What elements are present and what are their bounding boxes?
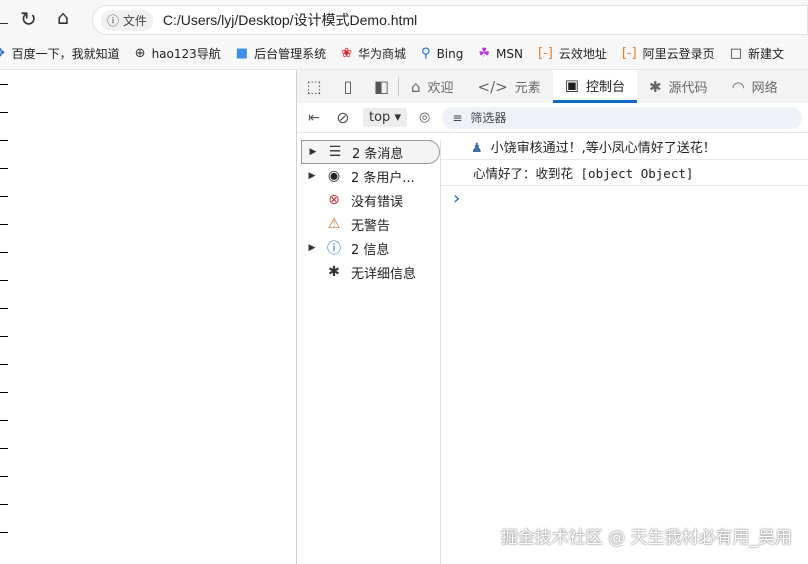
folder-icon: □ xyxy=(729,46,742,61)
page-dash xyxy=(0,336,8,337)
page-dash xyxy=(0,112,8,113)
page-dash xyxy=(0,308,8,309)
bookmark-item[interactable]: ⚲ Bing xyxy=(421,46,463,61)
filter-icon: ≡ xyxy=(452,110,463,125)
expand-arrow-icon[interactable]: ▶ xyxy=(302,147,324,157)
page-dash xyxy=(0,532,8,533)
page-dash xyxy=(0,196,8,197)
filter-type-icon: ⓘ xyxy=(327,241,341,257)
sidebar-filter-item[interactable]: ⚠ 无警告 xyxy=(301,212,440,236)
page-dash xyxy=(0,280,8,281)
tab-elements[interactable]: </> 元素 xyxy=(466,70,553,103)
expand-arrow-icon[interactable]: ▶ xyxy=(301,171,323,181)
console-prompt[interactable]: › xyxy=(441,186,808,209)
tab-network[interactable]: ◠ 网络 xyxy=(720,70,790,103)
address-bar[interactable]: ⓘ 文件 C:/Users/lyj/Desktop/设计模式Demo.html xyxy=(92,5,808,35)
bookmark-item[interactable]: □ 新建文 xyxy=(730,45,784,62)
back-button[interactable] xyxy=(0,10,8,24)
page-dash xyxy=(0,504,8,505)
context-select[interactable]: top ▾ xyxy=(363,108,407,127)
bookmark-item[interactable]: [-] 云效地址 xyxy=(538,45,607,62)
filter-type-icon: ⚠ xyxy=(327,216,341,232)
console-output: ♟ 小饶审核通过！,等小凤心情好了送花！ 心情好了：收到花 [object Obj… xyxy=(441,134,808,209)
huawei-icon: ❀ xyxy=(341,46,353,61)
square-icon: ■ xyxy=(235,46,249,61)
page-dash xyxy=(0,168,8,169)
expand-arrow-icon[interactable]: ▶ xyxy=(301,243,323,253)
filter-input[interactable]: ≡ 筛选器 xyxy=(442,106,803,129)
url-text[interactable]: C:/Users/lyj/Desktop/设计模式Demo.html xyxy=(163,10,417,30)
msn-icon: ☘ xyxy=(478,46,491,61)
eye-icon[interactable]: ◎ xyxy=(419,110,430,125)
sidebar-filter-item[interactable]: ▶ ☰ 2 条消息 xyxy=(301,140,440,164)
search-icon: ⚲ xyxy=(421,46,431,61)
welcome-icon: ⌂ xyxy=(411,77,421,96)
site-info-button[interactable]: ⓘ 文件 xyxy=(101,9,153,31)
network-icon: ◠ xyxy=(731,77,745,96)
watermark: 掘金技术社区 @ 天生我材必有用_吴用 xyxy=(500,528,792,548)
devtools-panel: ⬚ ▯ ◧ ⌂ 欢迎 </> 元素 ▣ 控制台 ✱ 源代码 ◠ 网络 ⇤ ⊘ top ▾ ◎ ≡ 筛… xyxy=(296,70,808,564)
console-icon: ▣ xyxy=(564,76,579,94)
bookmark-item[interactable]: ❖百度一下，我就知道 xyxy=(0,45,120,62)
sidebar-filter-item[interactable]: ⊗ 没有错误 xyxy=(301,188,440,212)
home-icon[interactable]: ⌂ xyxy=(57,7,69,29)
clear-console-icon[interactable]: ⊘ xyxy=(331,108,355,127)
bookmark-item[interactable]: ❀ 华为商城 xyxy=(341,45,406,62)
bookmark-item[interactable]: ■ 后台管理系统 xyxy=(236,45,326,62)
page-dash xyxy=(0,476,8,477)
filter-type-icon: ☰ xyxy=(328,144,342,160)
device-emulation-icon[interactable]: ▯ xyxy=(331,77,365,96)
console-message: ♟ 小饶审核通过！,等小凤心情好了送花！ xyxy=(441,134,808,160)
elements-icon: </> xyxy=(477,77,508,96)
devtools-tab-bar: ⬚ ▯ ◧ ⌂ 欢迎 </> 元素 ▣ 控制台 ✱ 源代码 ◠ 网络 xyxy=(297,70,808,103)
aliyun-icon: [-] xyxy=(621,46,637,61)
page-dash xyxy=(0,364,8,365)
console-sidebar: ▶ ☰ 2 条消息 ▶ ◉ 2 条用户... ⊗ 没有错误 ⚠ 无警告 ▶ ⓘ 2 信息 ✱ 无详细信息 xyxy=(301,140,441,564)
sidebar-filter-item[interactable]: ▶ ⓘ 2 信息 xyxy=(301,236,440,260)
caret-down-icon: ▾ xyxy=(394,110,401,125)
page-dash xyxy=(0,252,8,253)
sidebar-filter-item[interactable]: ✱ 无详细信息 xyxy=(301,260,440,284)
bookmark-item[interactable]: [-] 阿里云登录页 xyxy=(622,45,715,62)
page-dash xyxy=(0,420,8,421)
dock-icon[interactable]: ◧ xyxy=(365,77,399,96)
user-icon: ♟ xyxy=(471,141,483,156)
paw-icon: ❖ xyxy=(0,46,6,61)
filter-type-icon: ⊗ xyxy=(328,192,340,208)
bookmark-item[interactable]: ⊕ hao123导航 xyxy=(135,45,221,62)
page-dash xyxy=(0,84,8,85)
inspect-icon[interactable]: ⬚ xyxy=(297,77,331,96)
bookmarks-bar: ❖百度一下，我就知道 ⊕hao123导航 ■后台管理系统 ❀华为商城 ⚲Bing ☘MSN… xyxy=(0,38,808,70)
page-dash xyxy=(0,448,8,449)
browser-toolbar: ↻ ⌂ ⓘ 文件 C:/Users/lyj/Desktop/设计模式Demo.h… xyxy=(0,0,808,38)
filter-type-icon: ◉ xyxy=(327,168,341,184)
page-dash xyxy=(0,392,8,393)
bookmark-item[interactable]: ☘ MSN xyxy=(478,46,523,61)
filter-type-icon: ✱ xyxy=(328,264,340,280)
info-icon: ⓘ xyxy=(107,13,123,28)
globe-icon: ⊕ xyxy=(134,46,146,61)
aliyun-icon: [-] xyxy=(537,46,553,61)
sources-icon: ✱ xyxy=(648,77,662,96)
console-message: 心情好了：收到花 [object Object] xyxy=(441,160,808,186)
tab-welcome[interactable]: ⌂ 欢迎 xyxy=(399,70,466,103)
sidebar-filter-item[interactable]: ▶ ◉ 2 条用户... xyxy=(301,164,440,188)
tab-sources[interactable]: ✱ 源代码 xyxy=(637,70,720,103)
tab-console[interactable]: ▣ 控制台 xyxy=(552,70,637,103)
page-dash xyxy=(0,140,8,141)
refresh-icon[interactable]: ↻ xyxy=(20,7,37,31)
page-dash xyxy=(0,224,8,225)
console-toolbar: ⇤ ⊘ top ▾ ◎ ≡ 筛选器 xyxy=(297,103,808,133)
sidebar-toggle-icon[interactable]: ⇤ xyxy=(297,110,331,126)
